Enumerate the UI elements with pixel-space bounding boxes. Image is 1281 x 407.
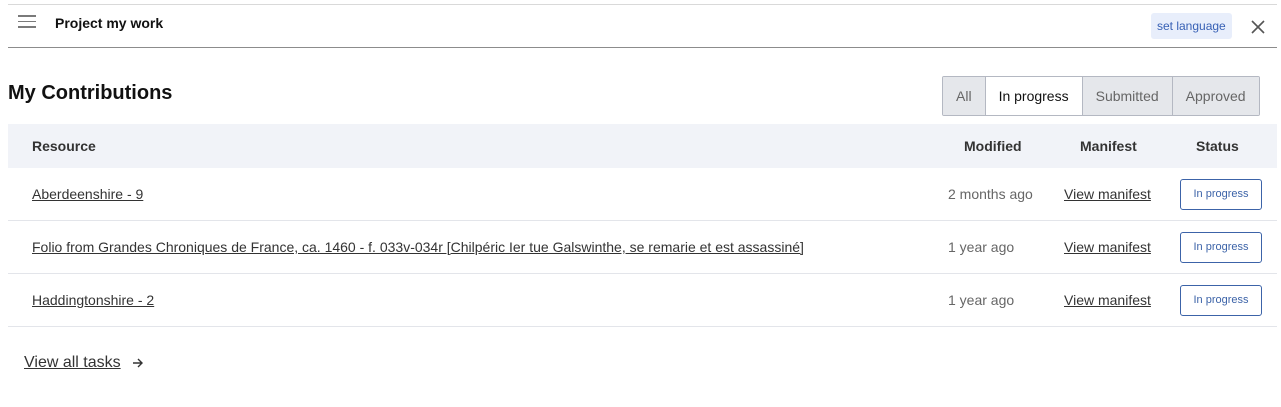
page-title: My Contributions: [8, 82, 173, 104]
table-row: Aberdeenshire - 9 2 months ago View mani…: [8, 168, 1277, 221]
resource-link[interactable]: Haddingtonshire - 2: [32, 292, 154, 308]
filter-in-progress[interactable]: In progress: [984, 77, 1082, 115]
close-icon[interactable]: [1249, 18, 1267, 36]
top-bar: Project my work set language: [8, 4, 1277, 48]
filter-all[interactable]: All: [943, 77, 985, 115]
set-language-button[interactable]: set language: [1151, 13, 1232, 39]
view-manifest-link[interactable]: View manifest: [1064, 292, 1151, 308]
column-header-manifest: Manifest: [1080, 138, 1137, 154]
modified-time: 1 year ago: [948, 239, 1015, 255]
view-manifest-link[interactable]: View manifest: [1064, 186, 1151, 202]
resource-link[interactable]: Folio from Grandes Chroniques de France,…: [32, 239, 804, 255]
contributions-table: Resource Modified Manifest Status Aberde…: [8, 124, 1277, 327]
column-header-status: Status: [1196, 138, 1239, 154]
status-badge[interactable]: In progress: [1180, 232, 1262, 263]
column-header-modified: Modified: [964, 138, 1022, 154]
status-badge[interactable]: In progress: [1180, 285, 1262, 316]
filter-submitted[interactable]: Submitted: [1081, 77, 1172, 115]
view-all-tasks-link[interactable]: View all tasks: [24, 354, 121, 372]
modified-time: 2 months ago: [948, 186, 1033, 202]
arrow-right-icon[interactable]: [131, 356, 145, 370]
table-row: Haddingtonshire - 2 1 year ago View mani…: [8, 274, 1277, 327]
app-title: Project my work: [55, 15, 164, 31]
menu-icon[interactable]: [18, 15, 36, 29]
table-header: Resource Modified Manifest Status: [8, 124, 1277, 168]
status-badge[interactable]: In progress: [1180, 179, 1262, 210]
table-row: Folio from Grandes Chroniques de France,…: [8, 221, 1277, 274]
view-manifest-link[interactable]: View manifest: [1064, 239, 1151, 255]
status-filter-group: All In progress Submitted Approved: [942, 76, 1260, 116]
filter-approved[interactable]: Approved: [1171, 77, 1259, 115]
resource-link[interactable]: Aberdeenshire - 9: [32, 186, 143, 202]
column-header-resource: Resource: [32, 138, 96, 154]
modified-time: 1 year ago: [948, 292, 1015, 308]
